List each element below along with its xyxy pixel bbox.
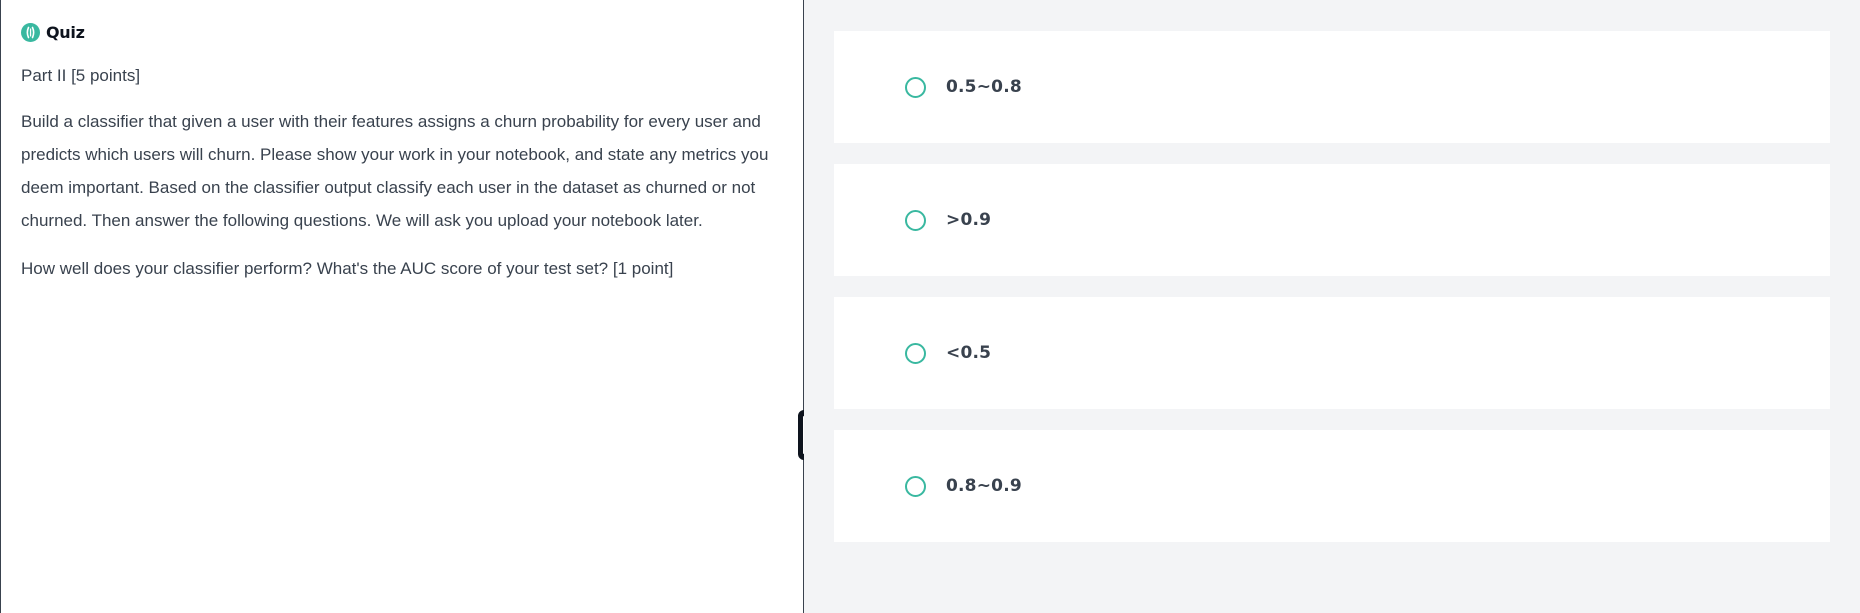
radio-button[interactable] — [905, 76, 926, 98]
quiz-page: Quiz Part II [5 points] Build a classifi… — [0, 0, 1860, 613]
question-pane: Quiz Part II [5 points] Build a classifi… — [0, 0, 803, 613]
quiz-title: Quiz — [46, 22, 85, 42]
quiz-icon — [21, 22, 40, 42]
answer-option-4[interactable]: 0.8~0.9 — [834, 430, 1830, 542]
answer-option-2[interactable]: >0.9 — [834, 164, 1830, 276]
question-description: Build a classifier that given a user wit… — [21, 112, 769, 230]
answer-option-label: >0.9 — [946, 210, 992, 230]
answer-option-label: 0.5~0.8 — [946, 77, 1022, 97]
answer-option-label: 0.8~0.9 — [946, 476, 1022, 496]
answer-option-3[interactable]: <0.5 — [834, 297, 1830, 409]
answer-option-label: <0.5 — [946, 343, 992, 363]
quiz-header: Quiz — [21, 21, 783, 43]
radio-button[interactable] — [905, 209, 926, 231]
answer-option-1[interactable]: 0.5~0.8 — [834, 31, 1830, 143]
radio-button[interactable] — [905, 475, 926, 497]
part-heading: Part II [5 points] — [21, 66, 141, 85]
answer-pane: 0.5~0.8 >0.9 <0.5 0.8~0.9 — [804, 0, 1860, 613]
question-text: How well does your classifier perform? W… — [21, 259, 674, 278]
quiz-icon-glyph — [26, 26, 35, 38]
radio-button[interactable] — [905, 342, 926, 364]
